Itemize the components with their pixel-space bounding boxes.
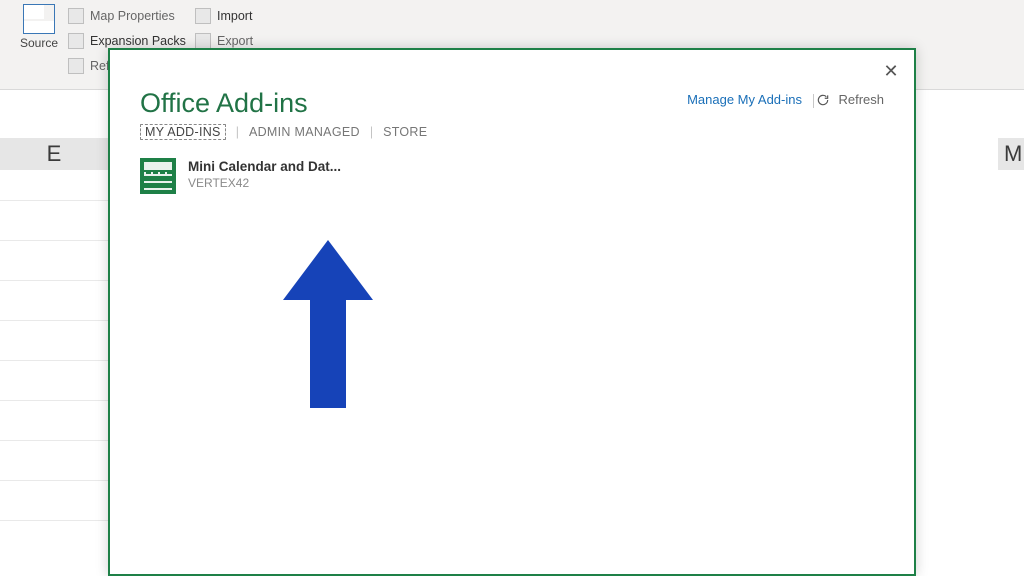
source-button[interactable]: Source: [18, 4, 60, 50]
gridline: [0, 360, 108, 361]
refresh-label: Refresh: [838, 92, 884, 107]
tab-separator: |: [236, 125, 239, 139]
addin-text: Mini Calendar and Dat... VERTEX42: [188, 158, 341, 191]
tab-separator: |: [370, 125, 373, 139]
column-header-e[interactable]: E: [0, 138, 108, 170]
map-properties-button[interactable]: Map Properties: [68, 8, 175, 24]
refresh-button[interactable]: Refresh: [816, 92, 884, 107]
map-properties-icon: [68, 8, 84, 24]
refresh-data-button: Refr: [68, 58, 114, 74]
office-addins-dialog: ✕ Office Add-ins MY ADD-INS | ADMIN MANA…: [108, 48, 916, 576]
close-icon: ✕: [883, 61, 898, 81]
gridline: [0, 520, 108, 521]
refresh-icon: [816, 93, 830, 107]
calendar-icon: [140, 158, 176, 194]
refresh-data-icon: [68, 58, 84, 74]
export-button: Export: [195, 33, 253, 49]
import-label: Import: [217, 9, 252, 23]
annotation-arrow-icon: [283, 240, 373, 408]
source-icon: [23, 4, 55, 34]
manage-my-addins-link[interactable]: Manage My Add-ins: [687, 92, 802, 107]
import-icon: [195, 8, 211, 24]
expansion-packs-button[interactable]: Expansion Packs: [68, 33, 186, 49]
gridline: [0, 400, 108, 401]
expansion-packs-icon: [68, 33, 84, 49]
close-button[interactable]: ✕: [878, 60, 904, 86]
tab-admin-managed[interactable]: ADMIN MANAGED: [249, 125, 360, 139]
column-header-m[interactable]: M: [998, 138, 1024, 170]
addin-item[interactable]: Mini Calendar and Dat... VERTEX42: [140, 158, 341, 194]
expansion-packs-label: Expansion Packs: [90, 34, 186, 48]
tab-bar: MY ADD-INS | ADMIN MANAGED | STORE: [140, 124, 427, 140]
addin-publisher: VERTEX42: [188, 176, 341, 192]
gridline: [0, 200, 108, 201]
gridline: [0, 240, 108, 241]
export-icon: [195, 33, 211, 49]
addin-name: Mini Calendar and Dat...: [188, 158, 341, 176]
source-label: Source: [18, 36, 60, 50]
map-properties-label: Map Properties: [90, 9, 175, 23]
dialog-title: Office Add-ins: [140, 88, 308, 119]
divider: [813, 94, 814, 108]
export-label: Export: [217, 34, 253, 48]
gridline: [0, 480, 108, 481]
tab-store[interactable]: STORE: [383, 125, 427, 139]
gridline: [0, 320, 108, 321]
import-button[interactable]: Import: [195, 8, 252, 24]
tab-my-addins[interactable]: MY ADD-INS: [140, 124, 226, 140]
gridline: [0, 280, 108, 281]
gridline: [0, 440, 108, 441]
